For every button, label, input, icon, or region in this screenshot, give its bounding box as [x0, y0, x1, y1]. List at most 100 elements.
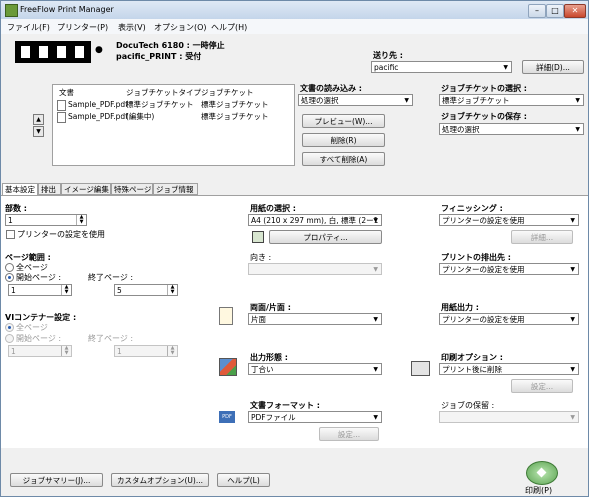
tab-image-edit[interactable]: イメージ編集: [61, 183, 111, 195]
paper-output-select[interactable]: プリンターの設定を使用 ▼: [439, 313, 579, 325]
chevron-down-icon: ▼: [570, 414, 575, 421]
document-format-select[interactable]: PDFファイル ▼: [248, 411, 382, 423]
spinner-icon[interactable]: ▲ ▼: [61, 346, 71, 356]
start-page-radio[interactable]: [5, 273, 14, 282]
chevron-down-icon: ▼: [503, 64, 508, 71]
printer-icon: [15, 41, 91, 63]
document-import-select[interactable]: 処理の選択 ▼: [298, 94, 413, 106]
minimize-button[interactable]: –: [528, 4, 546, 18]
chevron-down-icon: ▼: [570, 316, 575, 323]
title-bar: FreeFlow Print Manager – □ ✕: [1, 1, 588, 19]
start-page-label: 開始ページ :: [16, 273, 62, 282]
tab-special-pages[interactable]: 特殊ページ: [111, 183, 153, 195]
job-ticket-select-value: 標準ジョブチケット: [442, 96, 510, 105]
paper-output-label: 用紙出力 :: [441, 303, 479, 312]
document-ticket-type: 標準ジョブチケット: [126, 100, 194, 109]
paper-properties-button[interactable]: プロパティ...: [269, 230, 382, 244]
paper-select[interactable]: A4 (210 x 297 mm), 白, 標準 (2ー1 ▼: [248, 214, 382, 226]
menu-view[interactable]: 表示(V): [118, 22, 146, 33]
paper-select-label: 用紙の選択 :: [250, 204, 296, 213]
document-ticket: 標準ジョブチケット: [201, 100, 269, 109]
use-printer-setting-checkbox[interactable]: [6, 230, 15, 239]
destination-details-button[interactable]: 詳細(D)...: [522, 60, 584, 74]
print-options-value: プリント後に削除: [442, 365, 502, 374]
maximize-button[interactable]: □: [546, 4, 564, 18]
chevron-down-icon: ▼: [575, 97, 580, 104]
menu-bar: ファイル(F) プリンター(P) 表示(V) オプション(O) ヘルプ(H): [1, 19, 588, 34]
job-save-label: ジョブの保留 :: [441, 401, 495, 410]
vi-end-page-input[interactable]: 1 ▲ ▼: [114, 345, 178, 357]
vi-end-page-label: 終了ページ :: [88, 334, 134, 343]
print-label: 印刷(P): [525, 486, 553, 495]
duplex-select[interactable]: 片面 ▼: [248, 313, 382, 325]
delete-all-button[interactable]: すべて削除(A): [302, 152, 385, 166]
start-page-input[interactable]: 1 ▲ ▼: [8, 284, 72, 296]
footer: [1, 448, 588, 496]
help-button[interactable]: ヘルプ(L): [217, 473, 270, 487]
chevron-down-icon: ▼: [373, 266, 378, 273]
tab-output[interactable]: 排出: [38, 183, 61, 195]
document-icon: [57, 112, 66, 123]
printer-icon: [411, 361, 430, 376]
document-row[interactable]: Sample_PDF.pdf 標準ジョブチケット 標準ジョブチケット: [57, 99, 289, 111]
spinner-icon[interactable]: ▲ ▼: [167, 285, 177, 295]
spinner-icon[interactable]: ▲ ▼: [167, 346, 177, 356]
column-header-ticket-type: ジョブチケットタイプ: [126, 88, 201, 97]
print-output-select[interactable]: プリンターの設定を使用 ▼: [439, 263, 579, 275]
document-list[interactable]: 文書 ジョブチケットタイプ ジョブチケット Sample_PDF.pdf 標準ジ…: [52, 84, 295, 166]
end-page-label: 終了ページ :: [88, 273, 134, 282]
document-import-value: 処理の選択: [301, 96, 339, 105]
job-ticket-select[interactable]: 標準ジョブチケット ▼: [439, 94, 584, 106]
print-button[interactable]: [526, 461, 558, 485]
copies-input[interactable]: 1 ▲ ▼: [5, 214, 87, 226]
chevron-down-icon: ▼: [373, 414, 378, 421]
printer-status: DocuTech 6180 : 一時停止 pacific_PRINT : 受付: [116, 40, 225, 62]
job-ticket-save-select[interactable]: 処理の選択 ▼: [439, 123, 584, 135]
job-save-select[interactable]: ▼: [439, 411, 579, 423]
document-row[interactable]: Sample_PDF.pdf (編集中) 標準ジョブチケット: [57, 111, 289, 123]
vi-start-page-value: 1: [11, 347, 16, 356]
close-button[interactable]: ✕: [564, 4, 586, 18]
printer-status-line2: pacific_PRINT : 受付: [116, 52, 202, 61]
printer-slot-icon: [39, 46, 48, 58]
menu-options[interactable]: オプション(O): [154, 22, 207, 33]
menu-file[interactable]: ファイル(F): [7, 22, 50, 33]
destination-select[interactable]: pacific ▼: [371, 61, 512, 73]
spinner-icon[interactable]: ▲ ▼: [61, 285, 71, 295]
output-format-select[interactable]: 丁合い ▼: [248, 363, 382, 375]
spinner-icon[interactable]: ▲ ▼: [76, 215, 86, 225]
custom-options-button[interactable]: カスタムオプション(U)...: [111, 473, 209, 487]
document-format-label: 文書フォーマット :: [250, 401, 320, 410]
finishing-select[interactable]: プリンターの設定を使用 ▼: [439, 214, 579, 226]
finishing-details-button[interactable]: 詳細...: [511, 230, 573, 244]
end-page-value: 5: [117, 286, 122, 295]
printer-status-icon: ●: [95, 45, 103, 55]
all-pages-radio[interactable]: [5, 263, 14, 272]
chevron-down-icon: ▼: [570, 266, 575, 273]
vi-all-pages-radio[interactable]: [5, 323, 14, 332]
document-ticket-type: (編集中): [126, 112, 155, 121]
column-header-ticket: ジョブチケット: [201, 88, 254, 97]
print-output-label: プリントの排出先 :: [441, 253, 511, 262]
end-page-input[interactable]: 5 ▲ ▼: [114, 284, 178, 296]
delete-button[interactable]: 削除(R): [302, 133, 385, 147]
menu-printer[interactable]: プリンター(P): [57, 22, 108, 33]
vi-start-page-radio[interactable]: [5, 334, 14, 343]
orientation-select[interactable]: ▼: [248, 263, 382, 275]
job-summary-button[interactable]: ジョブサマリー(J)...: [10, 473, 103, 487]
print-icon: [536, 467, 547, 478]
menu-help[interactable]: ヘルプ(H): [211, 22, 247, 33]
move-up-button[interactable]: ▲: [33, 114, 44, 125]
move-down-button[interactable]: ▼: [33, 126, 44, 137]
column-header-document: 文書: [59, 88, 74, 97]
vi-end-page-value: 1: [117, 347, 122, 356]
print-options-settings-button[interactable]: 設定...: [511, 379, 573, 393]
print-options-select[interactable]: プリント後に削除 ▼: [439, 363, 579, 375]
document-format-settings-button[interactable]: 設定...: [319, 427, 379, 441]
chevron-down-icon: ▼: [570, 217, 575, 224]
vi-start-page-input[interactable]: 1 ▲ ▼: [8, 345, 72, 357]
chevron-down-icon: ▼: [404, 97, 409, 104]
tab-job-info[interactable]: ジョブ情報: [153, 183, 198, 195]
preview-button[interactable]: プレビュー(W)...: [302, 114, 385, 128]
chevron-down-icon: ▼: [575, 126, 580, 133]
